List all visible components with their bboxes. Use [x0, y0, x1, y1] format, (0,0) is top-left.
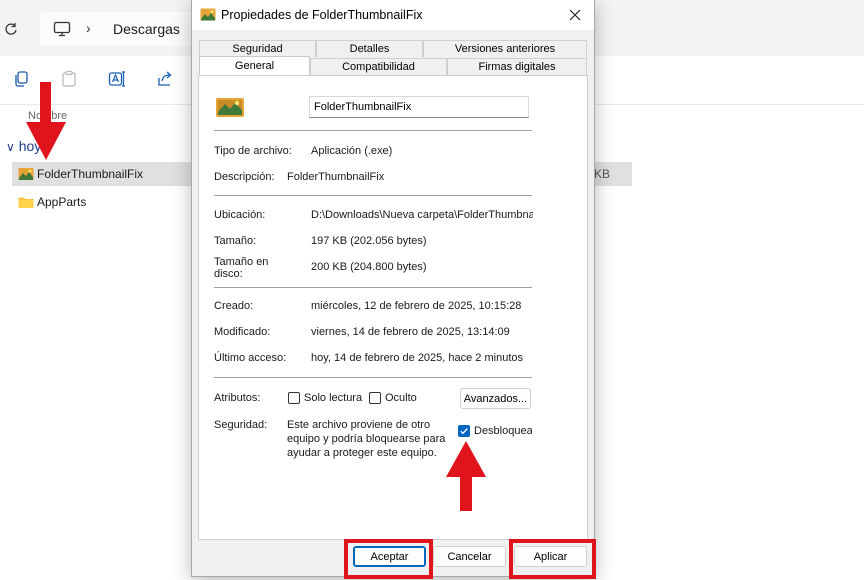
hidden-checkbox[interactable] [369, 392, 381, 404]
file-row-appparts[interactable]: AppParts [12, 190, 192, 214]
created-value: miércoles, 12 de febrero de 2025, 10:15:… [311, 300, 522, 312]
disk-size-label-line2: disco: [214, 268, 243, 280]
file-size-unit: KB [594, 167, 611, 181]
close-icon[interactable] [569, 9, 581, 21]
location-value: D:\Downloads\Nueva carpeta\FolderThumbna… [311, 209, 533, 221]
tab-digital-signatures[interactable]: Firmas digitales [447, 58, 587, 75]
disk-size-value: 200 KB (204.800 bytes) [311, 261, 427, 273]
readonly-checkbox[interactable] [288, 392, 300, 404]
properties-dialog: Propiedades de FolderThumbnailFix Seguri… [191, 0, 595, 577]
security-text-line1: Este archivo proviene de otro [287, 419, 431, 431]
tab-security[interactable]: Seguridad [199, 40, 316, 57]
rename-icon[interactable] [108, 70, 126, 88]
accessed-label: Último acceso: [214, 352, 287, 364]
breadcrumb-chevron-icon[interactable]: › [86, 20, 91, 36]
divider [214, 287, 532, 288]
computer-icon[interactable] [53, 21, 71, 37]
paste-icon[interactable] [60, 70, 78, 88]
file-name-input[interactable] [309, 96, 529, 118]
size-value: 197 KB (202.056 bytes) [311, 235, 427, 247]
description-label: Descripción: [214, 171, 275, 183]
copy-icon[interactable] [12, 70, 30, 88]
type-value: Aplicación (.exe) [311, 145, 393, 157]
readonly-label[interactable]: Solo lectura [304, 392, 362, 405]
unblock-checkbox[interactable] [458, 425, 470, 437]
attributes-label: Atributos: [214, 392, 261, 404]
share-icon[interactable] [156, 70, 174, 88]
advanced-button[interactable]: Avanzados... [460, 388, 531, 409]
tab-strip: Seguridad Detalles Versiones anteriores … [198, 40, 588, 76]
location-label: Ubicación: [214, 209, 266, 221]
accessed-value: hoy, 14 de febrero de 2025, hace 2 minut… [311, 352, 523, 364]
tab-previous-versions[interactable]: Versiones anteriores [423, 40, 587, 57]
folder-icon [18, 197, 34, 208]
breadcrumb-downloads[interactable]: Descargas [113, 21, 180, 37]
description-value: FolderThumbnailFix [287, 171, 385, 183]
close-button[interactable] [562, 3, 588, 27]
app-exe-icon [200, 8, 216, 21]
refresh-icon[interactable] [4, 22, 18, 36]
security-text-line2: equipo y podría bloquearse para [287, 433, 446, 445]
hidden-label[interactable]: Oculto [385, 392, 417, 405]
dialog-title: Propiedades de FolderThumbnailFix [221, 8, 423, 22]
cancel-button[interactable]: Cancelar [433, 546, 506, 567]
file-name: FolderThumbnailFix [37, 167, 144, 181]
app-exe-icon [216, 98, 244, 117]
divider [214, 377, 532, 378]
tab-compatibility[interactable]: Compatibilidad [310, 58, 447, 75]
chevron-down-icon[interactable]: ∨ [6, 140, 15, 154]
app-exe-icon [18, 168, 34, 180]
file-name: AppParts [37, 195, 87, 209]
group-header-today[interactable]: ∨ hoy [6, 138, 41, 154]
size-label: Tamaño: [214, 235, 257, 247]
unblock-label[interactable]: Desbloquear [474, 425, 532, 438]
divider [214, 130, 532, 131]
divider [214, 195, 532, 196]
security-text-line3: ayudar a proteger este equipo. [287, 447, 437, 459]
group-label: hoy [18, 138, 42, 154]
column-header-name[interactable]: Nombre [28, 110, 67, 122]
created-label: Creado: [214, 300, 254, 312]
dialog-titlebar[interactable]: Propiedades de FolderThumbnailFix [192, 0, 594, 30]
tab-details[interactable]: Detalles [316, 40, 423, 57]
ok-button[interactable]: Aceptar [353, 546, 426, 567]
modified-label: Modificado: [214, 326, 271, 338]
apply-button[interactable]: Aplicar [514, 546, 587, 567]
security-label: Seguridad: [214, 419, 268, 431]
general-tab-panel: Tipo de archivo: Aplicación (.exe) Descr… [198, 75, 588, 540]
modified-value: viernes, 14 de febrero de 2025, 13:14:09 [311, 326, 510, 338]
type-label: Tipo de archivo: [214, 145, 292, 157]
tab-general[interactable]: General [199, 56, 310, 75]
checkmark-icon [460, 428, 468, 435]
